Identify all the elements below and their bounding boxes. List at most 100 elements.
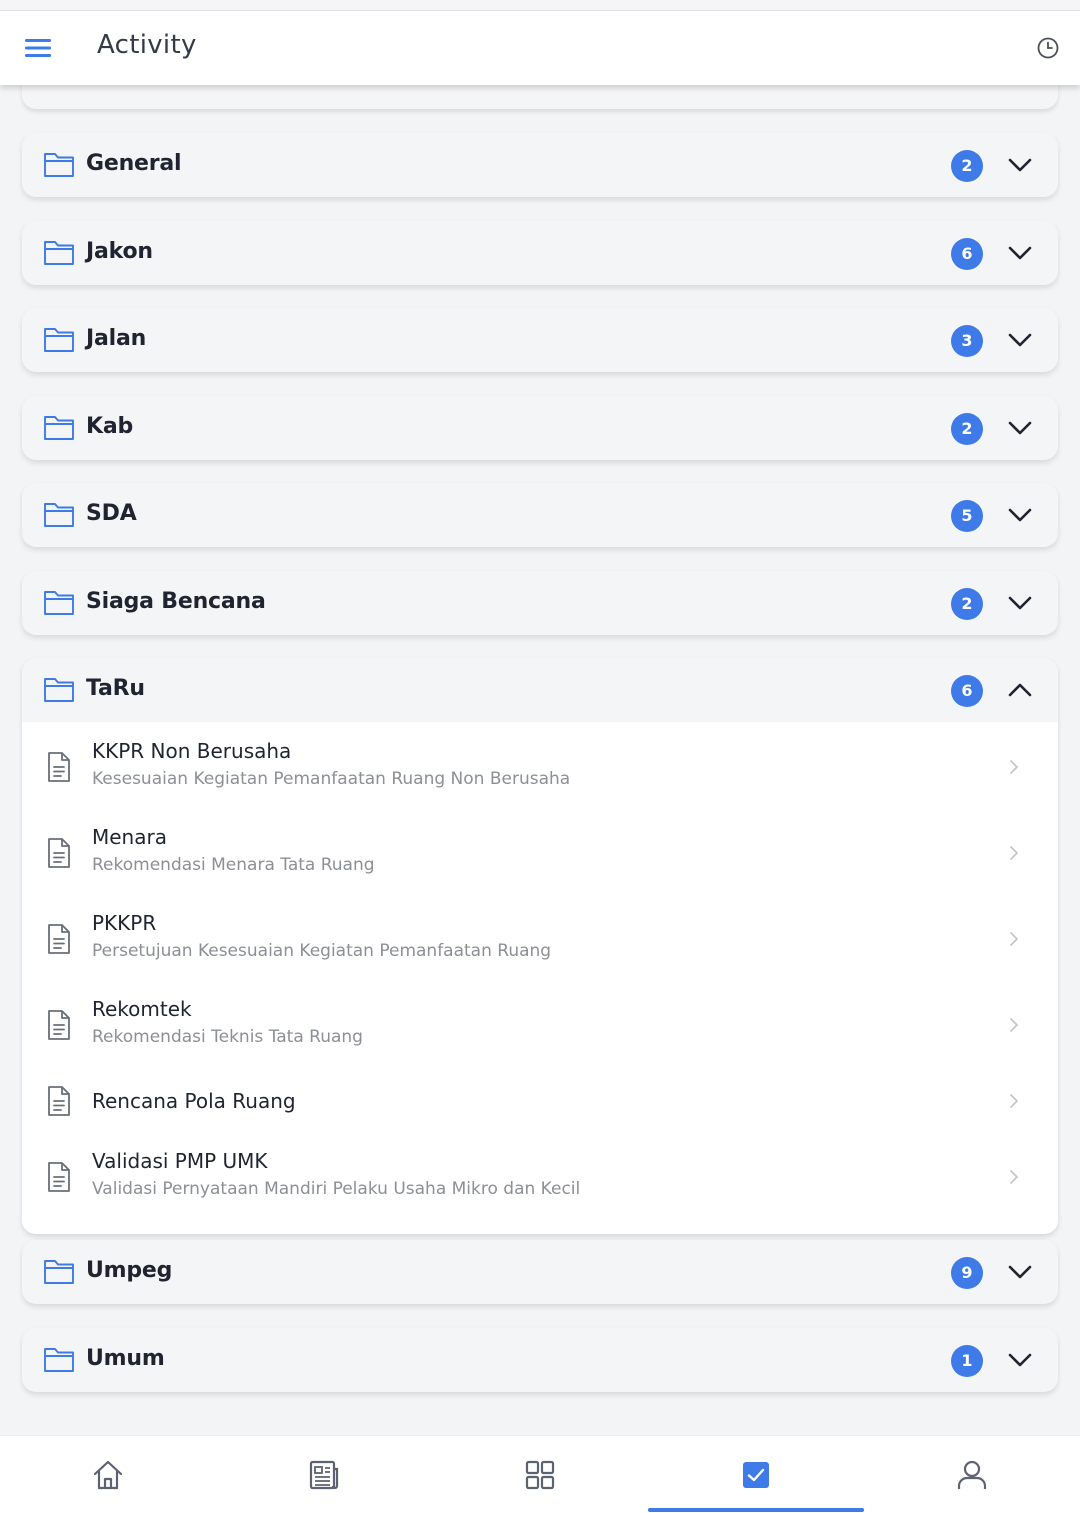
chevron-down-icon[interactable] [1006, 591, 1034, 615]
category-header[interactable]: SDA 5 [22, 483, 1058, 547]
category-name: Umum [86, 1345, 165, 1371]
category-name: TaRu [86, 676, 145, 701]
item-subtitle: Persetujuan Kesesuaian Kegiatan Pemanfaa… [92, 941, 552, 961]
folder-icon [44, 240, 74, 265]
item-title: Validasi PMP UMK [92, 1149, 268, 1173]
category-name: Jalan [86, 326, 147, 351]
category-card[interactable]: Umpeg 9 [22, 1240, 1058, 1304]
category-name: Jakon [86, 238, 153, 264]
folder-icon [44, 415, 74, 440]
chevron-right-icon [1006, 1167, 1022, 1187]
category-name: Kab [86, 413, 134, 439]
category-name: Siaga Bencana [86, 588, 266, 614]
category-card[interactable]: Jakon 6 [22, 220, 1058, 285]
chevron-down-icon[interactable] [1006, 153, 1034, 177]
chevron-down-icon[interactable] [1006, 416, 1034, 440]
folder-icon [44, 678, 74, 702]
page-title: Activity [97, 30, 197, 60]
count-badge: 2 [951, 412, 983, 445]
category-card[interactable]: General 2 [22, 133, 1058, 197]
chevron-right-icon [1006, 757, 1022, 777]
document-icon [46, 923, 72, 955]
list-item[interactable]: Rekomtek Rekomendasi Teknis Tata Ruang [22, 982, 1058, 1068]
chevron-right-icon [1006, 843, 1022, 863]
category-header[interactable]: Siaga Bencana 2 [22, 571, 1058, 635]
folder-icon [44, 153, 74, 177]
nav-home[interactable] [0, 1436, 216, 1513]
list-item[interactable]: Validasi PMP UMK Validasi Pernyataan Mand… [22, 1134, 1058, 1220]
category-card[interactable]: SDA 5 [22, 483, 1058, 547]
chevron-down-icon[interactable] [1006, 503, 1034, 527]
category-card[interactable]: Siaga Bencana 2 [22, 570, 1058, 635]
app-bar: Activity [0, 11, 1080, 85]
count-badge: 2 [951, 150, 983, 182]
home-icon [93, 1460, 123, 1489]
nav-grid[interactable] [432, 1436, 648, 1513]
category-card[interactable]: TaRu 6 KKPR Non Berusaha Kesesuaian Kegiata… [22, 658, 1058, 1234]
list-item[interactable]: PKKPR Persetujuan Kesesuaian Kegiatan Pem… [22, 896, 1058, 982]
category-header[interactable]: Kab 2 [22, 396, 1058, 460]
category-list[interactable]: General 2 Jakon 6 Jalan 3 Kab 2 SDA 5 Siaga Bencan… [0, 85, 1080, 1435]
category-header[interactable]: Jakon 6 [22, 221, 1058, 285]
bottom-navigation [0, 1435, 1080, 1513]
category-header[interactable]: General 2 [22, 133, 1058, 197]
count-badge: 6 [951, 237, 983, 270]
category-card[interactable]: Umum 1 [22, 1327, 1058, 1392]
count-badge: 9 [951, 1257, 983, 1289]
count-badge: 2 [951, 587, 983, 620]
count-badge: 6 [951, 675, 983, 707]
active-tab-indicator [648, 1508, 864, 1512]
item-subtitle: Rekomendasi Teknis Tata Ruang [92, 1027, 363, 1047]
nav-activity[interactable] [648, 1436, 864, 1513]
category-name: Umpeg [86, 1258, 173, 1283]
count-badge: 5 [951, 500, 983, 532]
item-title: Menara [92, 825, 167, 849]
document-icon [46, 751, 72, 783]
nav-news[interactable] [216, 1436, 432, 1513]
chevron-down-icon[interactable] [1006, 1260, 1034, 1284]
grid-icon [525, 1460, 555, 1489]
item-title: PKKPR [92, 911, 157, 935]
count-badge: 1 [951, 1344, 983, 1377]
category-items: KKPR Non Berusaha Kesesuaian Kegiatan Pem… [22, 722, 1058, 1234]
category-card-partial[interactable] [22, 85, 1058, 109]
folder-icon [44, 590, 74, 615]
category-card[interactable]: Jalan 3 [22, 308, 1058, 372]
chevron-up-icon[interactable] [1006, 678, 1034, 702]
item-subtitle: Validasi Pernyataan Mandiri Pelaku Usaha… [92, 1179, 581, 1199]
item-subtitle: Kesesuaian Kegiatan Pemanfaatan Ruang No… [92, 769, 571, 789]
category-card[interactable]: Kab 2 [22, 395, 1058, 460]
chevron-right-icon [1006, 929, 1022, 949]
document-icon [46, 1085, 72, 1117]
menu-button[interactable] [22, 33, 54, 63]
list-item[interactable]: Menara Rekomendasi Menara Tata Ruang [22, 810, 1058, 896]
category-name: General [86, 151, 182, 176]
document-icon [46, 837, 72, 869]
category-header[interactable]: Jalan 3 [22, 308, 1058, 372]
history-button[interactable] [1034, 34, 1062, 62]
chevron-down-icon[interactable] [1006, 328, 1034, 352]
chevron-down-icon[interactable] [1006, 241, 1034, 265]
list-item[interactable]: KKPR Non Berusaha Kesesuaian Kegiatan Pem… [22, 724, 1058, 810]
nav-profile[interactable] [864, 1436, 1080, 1513]
chevron-right-icon [1006, 1015, 1022, 1035]
status-strip [0, 0, 1080, 11]
folder-icon [44, 503, 74, 527]
history-icon [1037, 37, 1059, 59]
category-header[interactable]: TaRu 6 [22, 658, 1058, 722]
item-title: Rekomtek [92, 997, 192, 1021]
item-title: KKPR Non Berusaha [92, 739, 292, 763]
list-item[interactable]: Rencana Pola Ruang [22, 1068, 1058, 1134]
document-icon [46, 1161, 72, 1193]
category-header[interactable]: Umum 1 [22, 1328, 1058, 1392]
activity-check-icon [743, 1461, 769, 1488]
category-header[interactable]: Umpeg 9 [22, 1240, 1058, 1304]
chevron-right-icon [1006, 1091, 1022, 1111]
item-title: Rencana Pola Ruang [92, 1089, 296, 1113]
menu-icon [25, 39, 51, 57]
category-name: SDA [86, 501, 137, 526]
chevron-down-icon[interactable] [1006, 1348, 1034, 1372]
document-icon [46, 1009, 72, 1041]
news-icon [309, 1460, 339, 1489]
folder-icon [44, 1260, 74, 1284]
